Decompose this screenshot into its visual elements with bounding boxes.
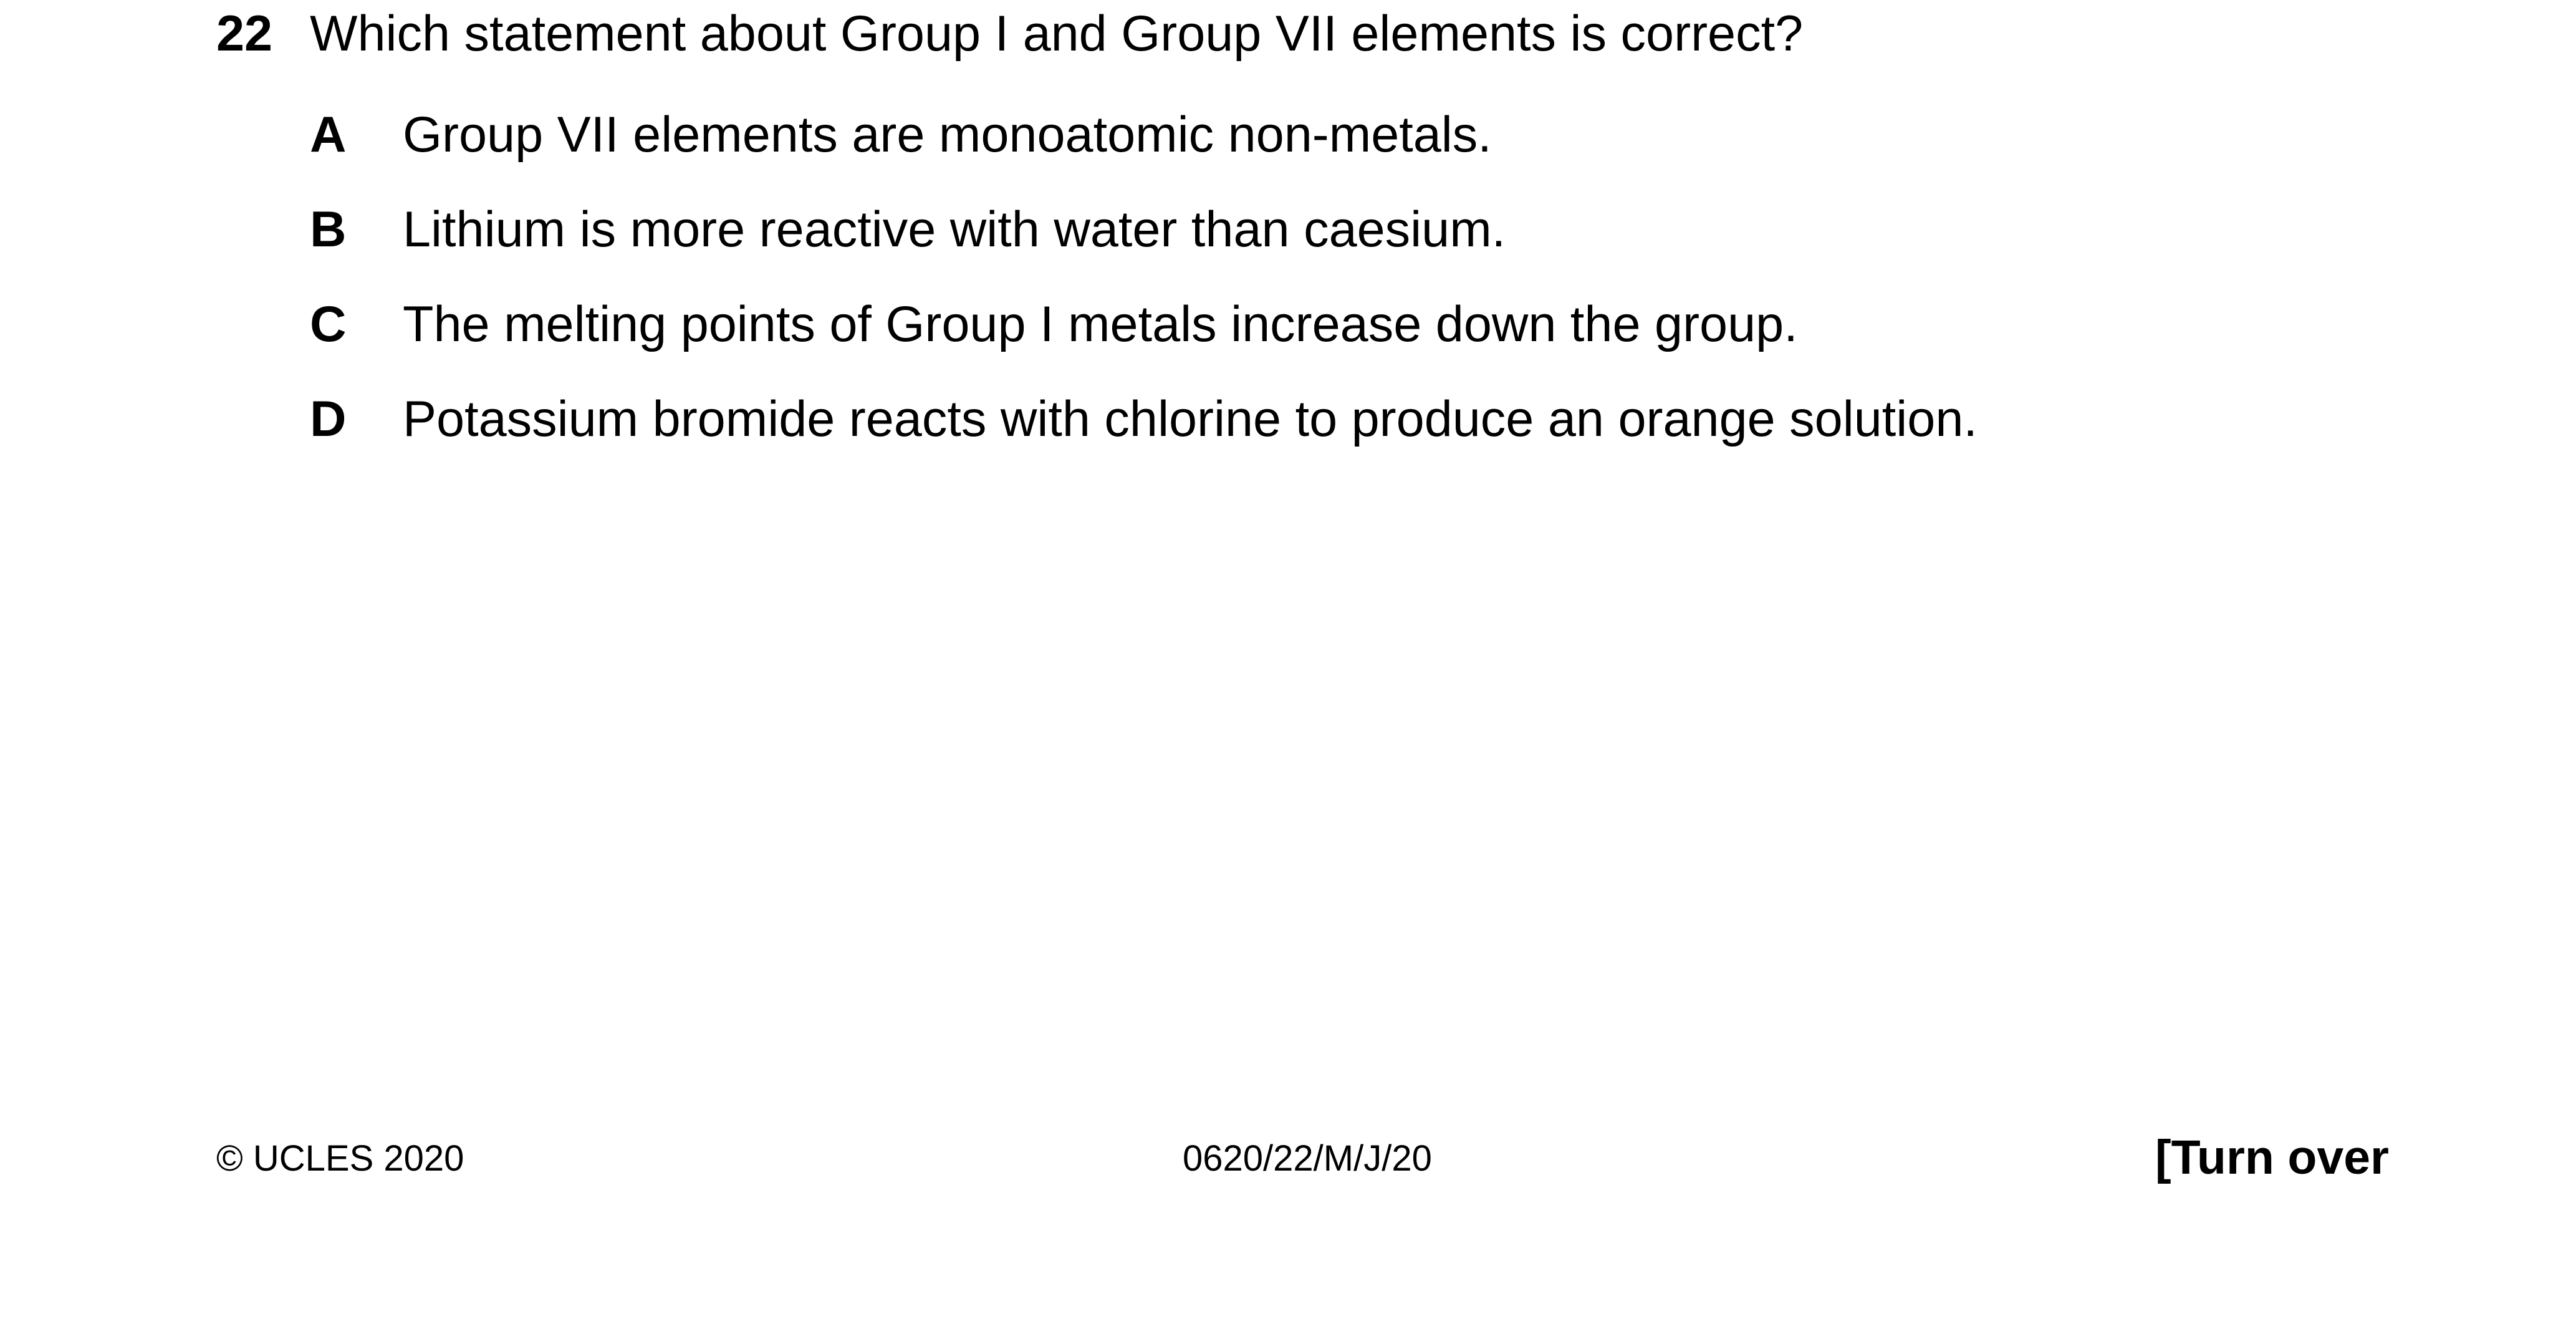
option-c: C The melting points of Group I metals i… <box>310 293 2305 355</box>
option-letter: C <box>310 296 347 352</box>
question-stem: Which statement about Group I and Group … <box>310 6 1804 62</box>
option-letter: A <box>310 107 347 163</box>
option-text: Potassium bromide reacts with chlorine t… <box>403 391 1978 447</box>
footer-copyright: © UCLES 2020 <box>216 1138 464 1179</box>
option-text: Group VII elements are monoatomic non-me… <box>403 107 1492 163</box>
question-number: 22 <box>216 6 273 62</box>
option-d: D Potassium bromide reacts with chlorine… <box>310 388 2305 450</box>
option-letter: D <box>310 391 347 447</box>
option-a: A Group VII elements are monoatomic non-… <box>310 104 2305 166</box>
footer-paper-code: 0620/22/M/J/20 <box>1183 1138 1432 1179</box>
option-letter: B <box>310 201 347 258</box>
footer-turn-over: [Turn over <box>2155 1131 2389 1184</box>
option-b: B Lithium is more reactive with water th… <box>310 198 2305 261</box>
option-text: The melting points of Group I metals inc… <box>403 296 1798 352</box>
option-text: Lithium is more reactive with water than… <box>403 201 1506 258</box>
